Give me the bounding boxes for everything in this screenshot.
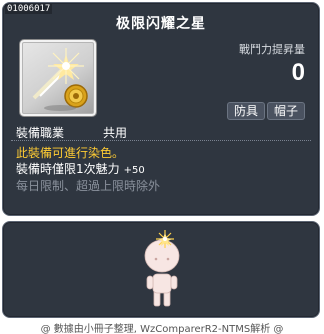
item-icon-frame xyxy=(19,39,97,117)
bonus-text: 裝備時僅限1次魅力 xyxy=(16,162,120,176)
job-value: 共用 xyxy=(103,126,128,140)
category-tag-hat: 帽子 xyxy=(266,102,305,120)
shooting-star-coin-icon xyxy=(32,48,88,111)
bonus-line: 裝備時僅限1次魅力 +50 xyxy=(16,160,145,177)
category-tag-armor: 防具 xyxy=(226,102,265,120)
chibi-character-figure xyxy=(144,230,180,307)
combat-power-label: 戰鬥力提昇量 xyxy=(239,43,305,56)
item-name: 极限闪耀之星 xyxy=(116,16,206,32)
divider xyxy=(11,140,311,141)
footer-credit: @ 數據由小冊子整理, WzComparerR2-NTMS解析 @ xyxy=(40,324,284,334)
combat-power-value: 0 xyxy=(291,59,305,86)
limit-notice: 每日限制、超過上限時除外 xyxy=(16,179,161,193)
character-preview-panel xyxy=(2,221,320,318)
dye-notice: 此裝備可進行染色。 xyxy=(16,146,125,160)
job-label: 裝備職業 xyxy=(16,126,65,140)
item-tooltip-panel: 01006017 极限闪耀之星 戰鬥力提昇量 0 防具 帽子 裝備職業 共用 此… xyxy=(2,2,320,216)
bonus-value: +50 xyxy=(123,165,145,176)
